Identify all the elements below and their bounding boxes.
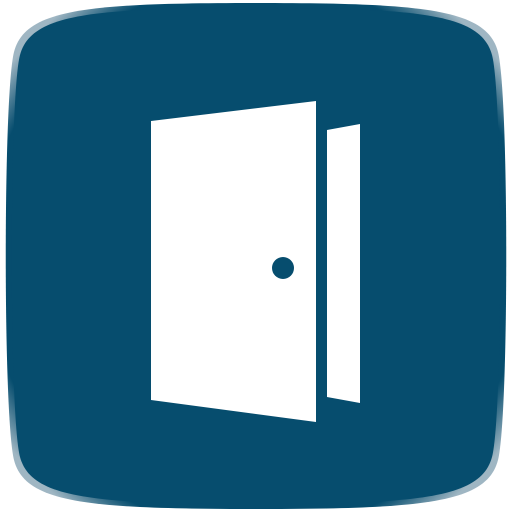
door-knob — [272, 257, 294, 279]
door-frame — [327, 124, 360, 403]
door-open-icon — [5, 3, 507, 509]
app-icon[interactable] — [0, 0, 512, 512]
